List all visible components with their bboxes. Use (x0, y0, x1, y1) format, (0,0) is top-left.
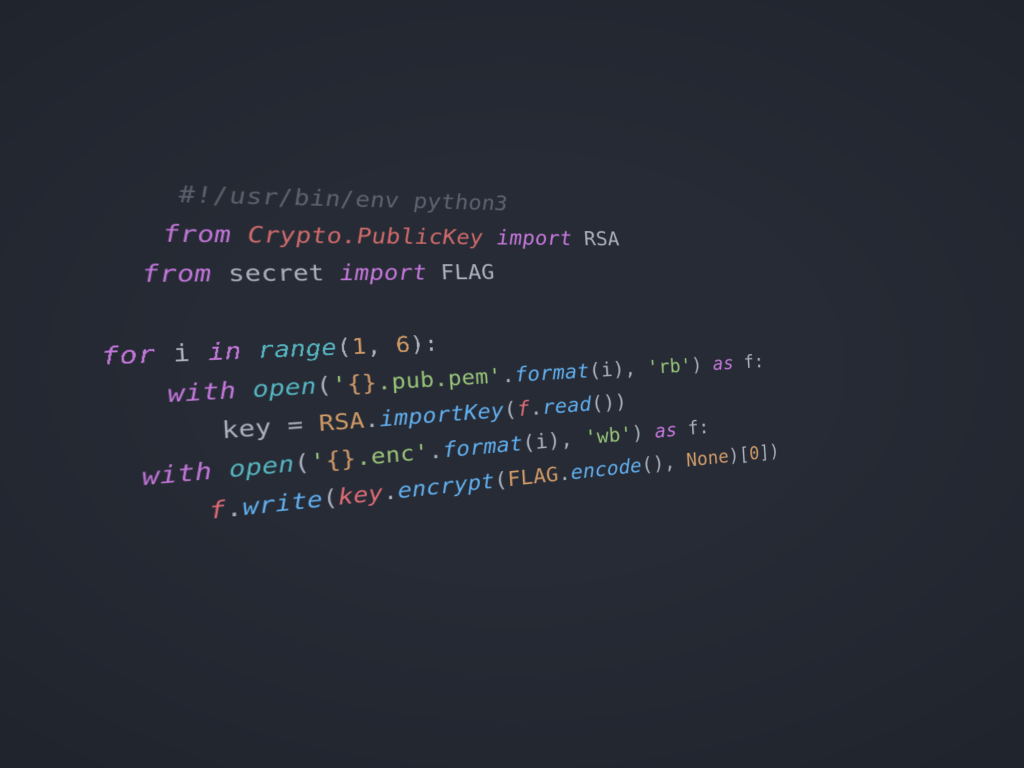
token-format: {} (324, 445, 357, 474)
token-punct: . (363, 406, 381, 433)
token-format: {} (346, 369, 378, 397)
token-plain: f: (743, 350, 765, 373)
token-keyword: with (166, 376, 237, 408)
token-number: 6 (395, 331, 411, 358)
token-keyword: from (140, 259, 229, 288)
token-punct: ( (315, 371, 333, 399)
token-punct: . (427, 437, 444, 464)
token-plain: RSA (583, 227, 620, 251)
token-punct: ()) (590, 389, 628, 416)
token-punct: . (224, 493, 244, 523)
token-punct: ( (335, 333, 353, 361)
token-module: PublicKey (356, 223, 484, 250)
token-punct: ( (321, 484, 339, 512)
token-function: encode (570, 453, 643, 485)
token-punct: = (270, 410, 320, 441)
token-punct: ) (690, 353, 714, 376)
token-variable_red: key (337, 479, 384, 511)
token-module: . (341, 222, 358, 249)
token-string: 'wb' (584, 422, 633, 450)
token-function: encrypt (396, 468, 496, 504)
token-comment: #!/usr/bin/env python3 (177, 180, 509, 216)
token-keyword: as (712, 352, 735, 375)
token-punct: (), (640, 449, 687, 477)
token-function: write (241, 485, 324, 521)
token-keyword: as (653, 418, 678, 443)
token-keyword: for (100, 340, 157, 371)
token-punct: ) (631, 420, 656, 445)
token-punct: ), (547, 426, 586, 453)
token-builtin: open (251, 372, 318, 403)
token-keyword: with (140, 457, 213, 492)
token-string: ' (331, 371, 348, 398)
token-variable_red: f (207, 495, 227, 525)
token-class: RSA (318, 407, 366, 437)
token-punct: , (365, 332, 397, 359)
token-keyword: import (338, 259, 428, 286)
token-function: format (513, 359, 590, 387)
token-plain: secret (227, 259, 325, 287)
token-constant: None (685, 445, 730, 472)
token-plain: key (221, 413, 273, 444)
token-number: 1 (350, 333, 368, 360)
token-punct: . (382, 478, 399, 506)
token-punct: )[ (728, 443, 750, 467)
token-punct: ]) (758, 440, 780, 464)
token-keyword: in (206, 337, 243, 366)
token-keyword: from (161, 219, 249, 248)
token-function: format (441, 431, 524, 463)
token-builtin: range (256, 334, 338, 364)
token-module: Crypto (246, 221, 343, 249)
token-plain: FLAG (439, 259, 496, 285)
token-punct: ): (409, 331, 440, 357)
token-punct: ( (293, 448, 311, 477)
token-builtin: open (228, 450, 295, 483)
token-string: .enc' (355, 439, 430, 471)
python-code-block: #!/usr/bin/env python3 from Crypto.Public… (85, 171, 866, 543)
token-keyword: import (495, 225, 573, 250)
token-function: read (541, 392, 593, 419)
token-string: ' (309, 447, 327, 476)
token-plain: f: (687, 415, 710, 440)
token-function: importKey (378, 398, 505, 432)
token-string: .pub.pem' (376, 363, 503, 396)
token-class: FLAG (506, 462, 560, 492)
token-punct: ), (612, 356, 648, 381)
token-plain: i (172, 339, 192, 368)
code-canvas: #!/usr/bin/env python3 from Crypto.Public… (0, 0, 1024, 768)
token-string: 'rb' (646, 354, 693, 379)
